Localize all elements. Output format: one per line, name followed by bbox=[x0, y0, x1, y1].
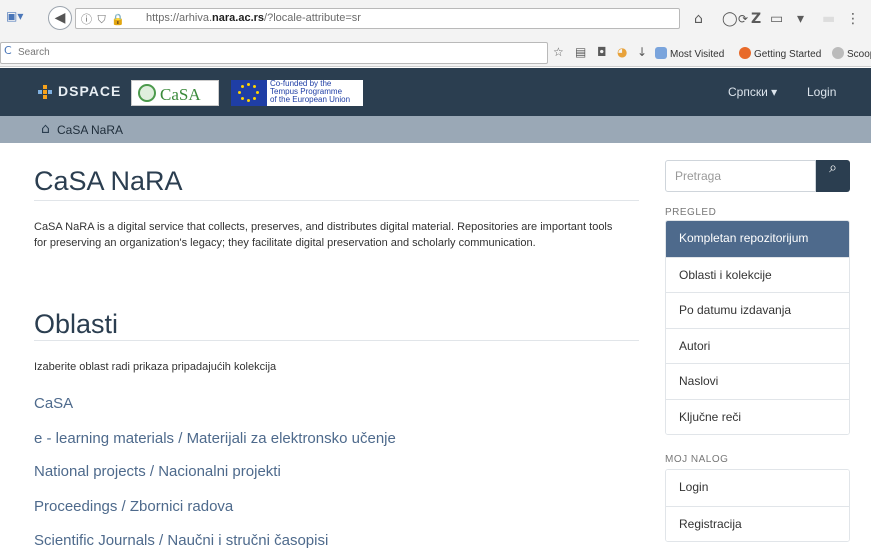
more-icon[interactable]: ⋮ bbox=[846, 11, 860, 27]
browse-item-all[interactable]: Kompletan repozitorijum bbox=[666, 221, 849, 257]
extension-icon[interactable]: ▾ bbox=[797, 11, 804, 27]
bookmark-getting-started[interactable]: Getting Started bbox=[739, 47, 821, 60]
eu-flag-icon bbox=[231, 80, 267, 106]
site-identity-icons[interactable]: ⓘ ⛉ 🔒 bbox=[81, 11, 126, 27]
breadcrumb: ⌂ CaSA NaRA bbox=[0, 116, 871, 143]
bookmarks-library-icon[interactable]: ▤ bbox=[575, 45, 586, 59]
divider bbox=[34, 340, 639, 341]
community-link-national-projects[interactable]: National projects / Nacionalni projekti bbox=[34, 463, 281, 480]
casa-logo-text: CaSA bbox=[160, 85, 201, 104]
browse-item-titles[interactable]: Naslovi bbox=[666, 363, 849, 399]
zotero-icon[interactable]: Z bbox=[751, 11, 761, 27]
download-icon[interactable]: ↓ bbox=[637, 45, 647, 59]
bookmark-most-visited[interactable]: Most Visited bbox=[655, 47, 724, 60]
dspace-logo-icon[interactable] bbox=[38, 85, 52, 99]
breadcrumb-home-link[interactable]: CaSA NaRA bbox=[57, 123, 123, 137]
language-dropdown[interactable]: Српски ▾ bbox=[728, 85, 777, 99]
nav-toolbar-row: ▣▾ ◀ ⓘ ⛉ 🔒 https://arhiva.nara.ac.rs/?lo… bbox=[0, 4, 871, 32]
account-heading: MOJ NALOG bbox=[665, 454, 729, 465]
pocket-icon[interactable]: ◯ bbox=[722, 11, 738, 27]
community-link-casa[interactable]: CaSA bbox=[34, 395, 73, 412]
eu-line: of the European Union bbox=[270, 95, 351, 104]
casa-logo[interactable]: CaSA bbox=[131, 80, 219, 106]
bookmark-star-icon[interactable]: ☆ bbox=[553, 45, 564, 59]
section-title: Oblasti bbox=[34, 309, 119, 339]
sidebar-search-input[interactable] bbox=[665, 160, 816, 192]
back-button[interactable]: ◀ bbox=[48, 6, 72, 30]
sidebar-search: ⌕ bbox=[665, 160, 850, 192]
account-list: Login Registracija bbox=[665, 469, 850, 542]
browse-list: Kompletan repozitorijum Oblasti i kolekc… bbox=[665, 220, 850, 435]
browser-menu-icon[interactable]: ▣▾ bbox=[6, 9, 23, 23]
intro-text: CaSA NaRA is a digital service that coll… bbox=[34, 221, 613, 249]
page-title: CaSA NaRA bbox=[34, 166, 183, 196]
site-navbar: DSPACE CaSA Co-funded by the Tempus Prog… bbox=[0, 68, 871, 116]
browser-toolbar: ▣▾ ◀ ⓘ ⛉ 🔒 https://arhiva.nara.ac.rs/?lo… bbox=[0, 0, 871, 67]
sync-icon[interactable]: ◕ bbox=[617, 45, 627, 59]
leaf-icon bbox=[138, 84, 156, 102]
browse-item-authors[interactable]: Autori bbox=[666, 327, 849, 363]
url-text[interactable]: https://arhiva.nara.ac.rs/?locale-attrib… bbox=[146, 12, 361, 24]
bookmark-scoop[interactable]: Scoop bbox=[832, 47, 871, 60]
browse-item-communities[interactable]: Oblasti i kolekcije bbox=[666, 256, 849, 292]
reader-icon[interactable]: ▭ bbox=[770, 11, 783, 27]
search-placeholder: Search bbox=[18, 47, 50, 58]
browser-search-input[interactable]: C Search bbox=[0, 42, 548, 64]
browse-item-keywords[interactable]: Ključne reči bbox=[666, 398, 849, 434]
community-link-proceedings[interactable]: Proceedings / Zbornici radova bbox=[34, 498, 233, 515]
search-engine-icon[interactable]: C bbox=[4, 44, 12, 57]
community-link-elearning[interactable]: e - learning materials / Materijali za e… bbox=[34, 430, 396, 447]
browse-item-date[interactable]: Po datumu izdavanja bbox=[666, 292, 849, 328]
extension-icon[interactable]: ▬ bbox=[822, 11, 835, 27]
search-icon[interactable]: ⌕ bbox=[816, 160, 850, 192]
url-bar[interactable]: ⓘ ⛉ 🔒 https://arhiva.nara.ac.rs/?locale-… bbox=[75, 8, 748, 29]
home-icon[interactable]: ⌂ bbox=[694, 11, 703, 27]
pocket-icon[interactable]: ◘ bbox=[597, 45, 607, 59]
browse-heading: PREGLED bbox=[665, 207, 717, 218]
search-toolbar-row: C Search ☆ ▤ ◘ ◕ ↓ Most Visited Getting … bbox=[0, 42, 871, 66]
home-icon[interactable]: ⌂ bbox=[41, 121, 50, 137]
account-item-login[interactable]: Login bbox=[666, 470, 849, 506]
reload-icon[interactable]: ⟳ bbox=[738, 12, 748, 26]
dspace-brand[interactable]: DSPACE bbox=[58, 83, 121, 99]
community-link-scientific-journals[interactable]: Scientific Journals / Naučni i stručni č… bbox=[34, 532, 328, 549]
main-content: CaSA NaRA CaSA NaRA is a digital service… bbox=[34, 143, 642, 554]
section-description: Izaberite oblast radi prikaza pripadajuć… bbox=[34, 361, 277, 373]
account-item-register[interactable]: Registracija bbox=[666, 505, 849, 541]
eu-cofunded-logo: Co-funded by the Tempus Programme of the… bbox=[267, 80, 363, 106]
login-link[interactable]: Login bbox=[807, 85, 836, 99]
divider bbox=[34, 200, 639, 201]
